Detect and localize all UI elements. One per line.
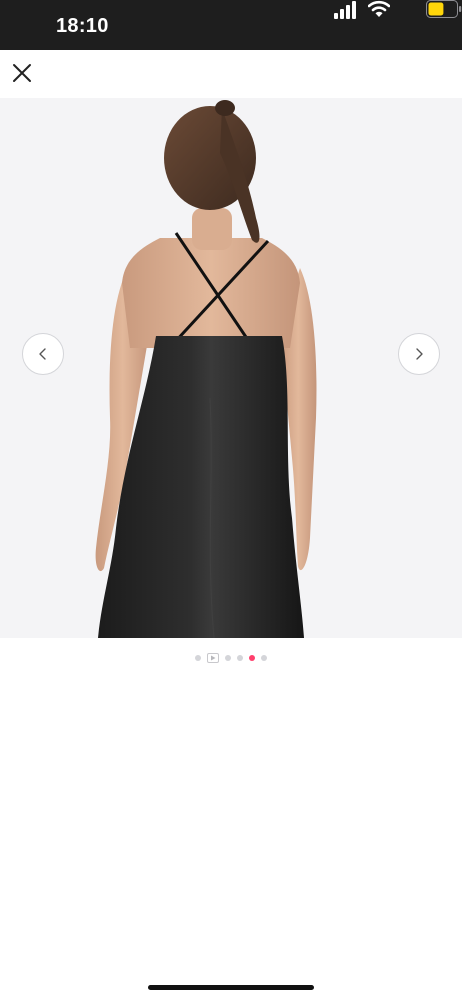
pager-dot-active[interactable] <box>249 655 255 661</box>
pager-dot[interactable] <box>195 655 201 661</box>
chevron-right-icon <box>416 348 423 360</box>
previous-image-button[interactable] <box>22 333 64 375</box>
wifi-icon <box>368 0 390 17</box>
image-pager <box>0 651 462 665</box>
pager-dot[interactable] <box>261 655 267 661</box>
next-image-button[interactable] <box>398 333 440 375</box>
pager-dot[interactable] <box>237 655 243 661</box>
play-icon <box>211 655 216 661</box>
status-bar: 18:10 <box>0 0 462 50</box>
close-icon <box>13 64 31 82</box>
product-image-gallery[interactable] <box>0 98 462 638</box>
battery-icon <box>426 0 462 18</box>
product-image <box>0 98 462 638</box>
close-button[interactable] <box>9 59 35 87</box>
chevron-left-icon <box>39 348 46 360</box>
pager-dot[interactable] <box>225 655 231 661</box>
status-time: 18:10 <box>56 15 109 37</box>
pager-video-indicator[interactable] <box>207 653 219 663</box>
home-indicator <box>148 985 314 990</box>
cellular-signal-icon <box>334 1 356 19</box>
top-bar <box>0 50 462 98</box>
